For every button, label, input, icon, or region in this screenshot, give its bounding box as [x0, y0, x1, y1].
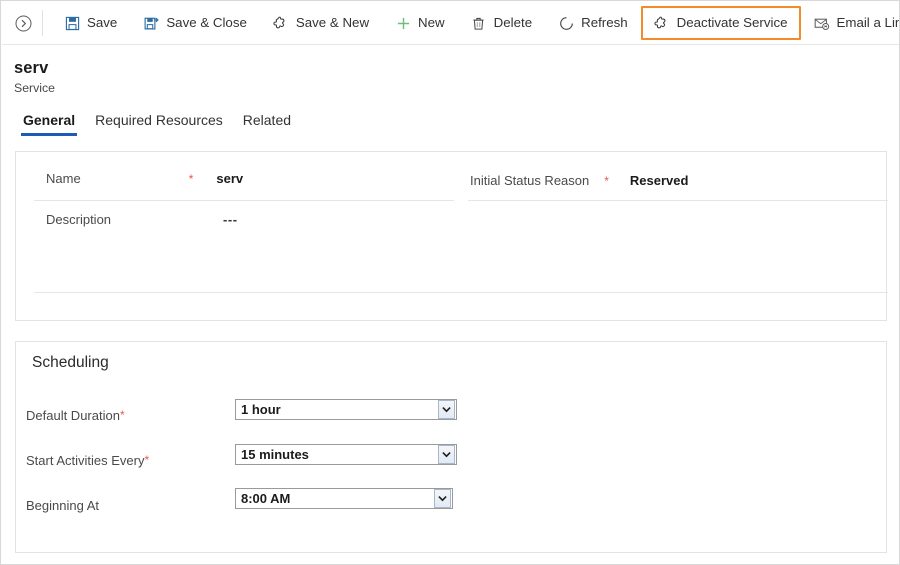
field-initial-status-reason-label: Initial Status Reason: [470, 173, 590, 188]
beginning-at-dropdown[interactable]: 8:00 AM: [235, 488, 453, 509]
field-start-activities-every-label: Start Activities Every: [26, 452, 145, 468]
field-name-required-marker: *: [188, 172, 194, 186]
field-description[interactable]: Description ---: [46, 212, 238, 227]
save-button[interactable]: Save: [51, 6, 130, 40]
save-and-close-button-label: Save & Close: [166, 15, 247, 31]
email-a-link-button-label: Email a Link: [836, 15, 899, 31]
command-bar-divider: [42, 10, 43, 36]
field-start-activities-every-label-group: Start Activities Every *: [26, 449, 149, 471]
field-start-activities-every-required-marker: *: [144, 453, 150, 467]
refresh-button-label: Refresh: [581, 15, 628, 31]
save-new-icon: [273, 15, 289, 31]
refresh-icon: [558, 15, 574, 31]
field-default-duration-required-marker: *: [119, 408, 125, 422]
form-tabs: General Required Resources Related: [13, 113, 301, 136]
chevron-down-icon[interactable]: [434, 489, 451, 508]
save-and-new-button[interactable]: Save & New: [260, 6, 382, 40]
general-section-card: Name * serv Initial Status Reason * Rese…: [15, 151, 888, 321]
field-divider: [34, 292, 888, 293]
delete-button-label: Delete: [493, 15, 533, 31]
tab-general[interactable]: General: [13, 113, 85, 136]
field-divider: [34, 200, 454, 201]
page-title: serv: [14, 59, 49, 77]
deactivate-service-button[interactable]: Deactivate Service: [640, 6, 801, 40]
service-form-window: Save Save & Close Save & New New Delete …: [0, 0, 900, 565]
start-activities-every-dropdown-value: 15 minutes: [241, 447, 309, 462]
command-bar: Save Save & Close Save & New New Delete …: [2, 2, 899, 45]
field-description-value: ---: [223, 212, 238, 227]
field-initial-status-reason-required-marker: *: [604, 174, 609, 188]
save-button-label: Save: [87, 15, 118, 31]
chevron-right-circle-icon[interactable]: [8, 8, 38, 38]
field-initial-status-reason[interactable]: Initial Status Reason * Reserved: [470, 173, 688, 188]
deactivate-service-button-label: Deactivate Service: [676, 15, 788, 31]
field-description-label: Description: [46, 212, 112, 227]
start-activities-every-dropdown[interactable]: 15 minutes: [235, 444, 457, 465]
trash-icon: [471, 15, 487, 31]
email-link-icon: [814, 15, 830, 31]
new-button[interactable]: New: [382, 6, 458, 40]
save-and-close-button[interactable]: Save & Close: [130, 6, 260, 40]
chevron-down-icon[interactable]: [438, 400, 455, 419]
default-duration-dropdown-value: 1 hour: [241, 402, 281, 417]
field-beginning-at-label: Beginning At: [26, 497, 100, 513]
field-default-duration-label: Default Duration: [26, 407, 120, 423]
field-initial-status-reason-value: Reserved: [629, 173, 689, 188]
delete-button[interactable]: Delete: [458, 6, 545, 40]
field-divider: [468, 200, 888, 201]
tab-required-resources[interactable]: Required Resources: [85, 113, 233, 136]
deactivate-icon: [654, 15, 670, 31]
new-button-label: New: [418, 15, 445, 31]
beginning-at-dropdown-value: 8:00 AM: [241, 491, 291, 506]
refresh-button[interactable]: Refresh: [545, 6, 641, 40]
field-beginning-at-label-group: Beginning At: [26, 494, 99, 516]
default-duration-dropdown[interactable]: 1 hour: [235, 399, 457, 420]
tab-related[interactable]: Related: [233, 113, 301, 136]
record-type-label: Service: [14, 81, 56, 95]
field-default-duration-label-group: Default Duration *: [26, 404, 125, 426]
chevron-down-icon[interactable]: [438, 445, 455, 464]
plus-icon: [395, 15, 411, 31]
field-name[interactable]: Name * serv: [46, 171, 243, 186]
field-name-value: serv: [216, 171, 244, 186]
scheduling-heading: Scheduling: [32, 354, 109, 371]
save-and-new-button-label: Save & New: [295, 15, 370, 31]
save-floppy-icon: [64, 15, 80, 31]
email-a-link-button[interactable]: Email a Link: [801, 6, 899, 40]
save-close-icon: [143, 15, 159, 31]
field-name-label: Name: [46, 171, 81, 186]
